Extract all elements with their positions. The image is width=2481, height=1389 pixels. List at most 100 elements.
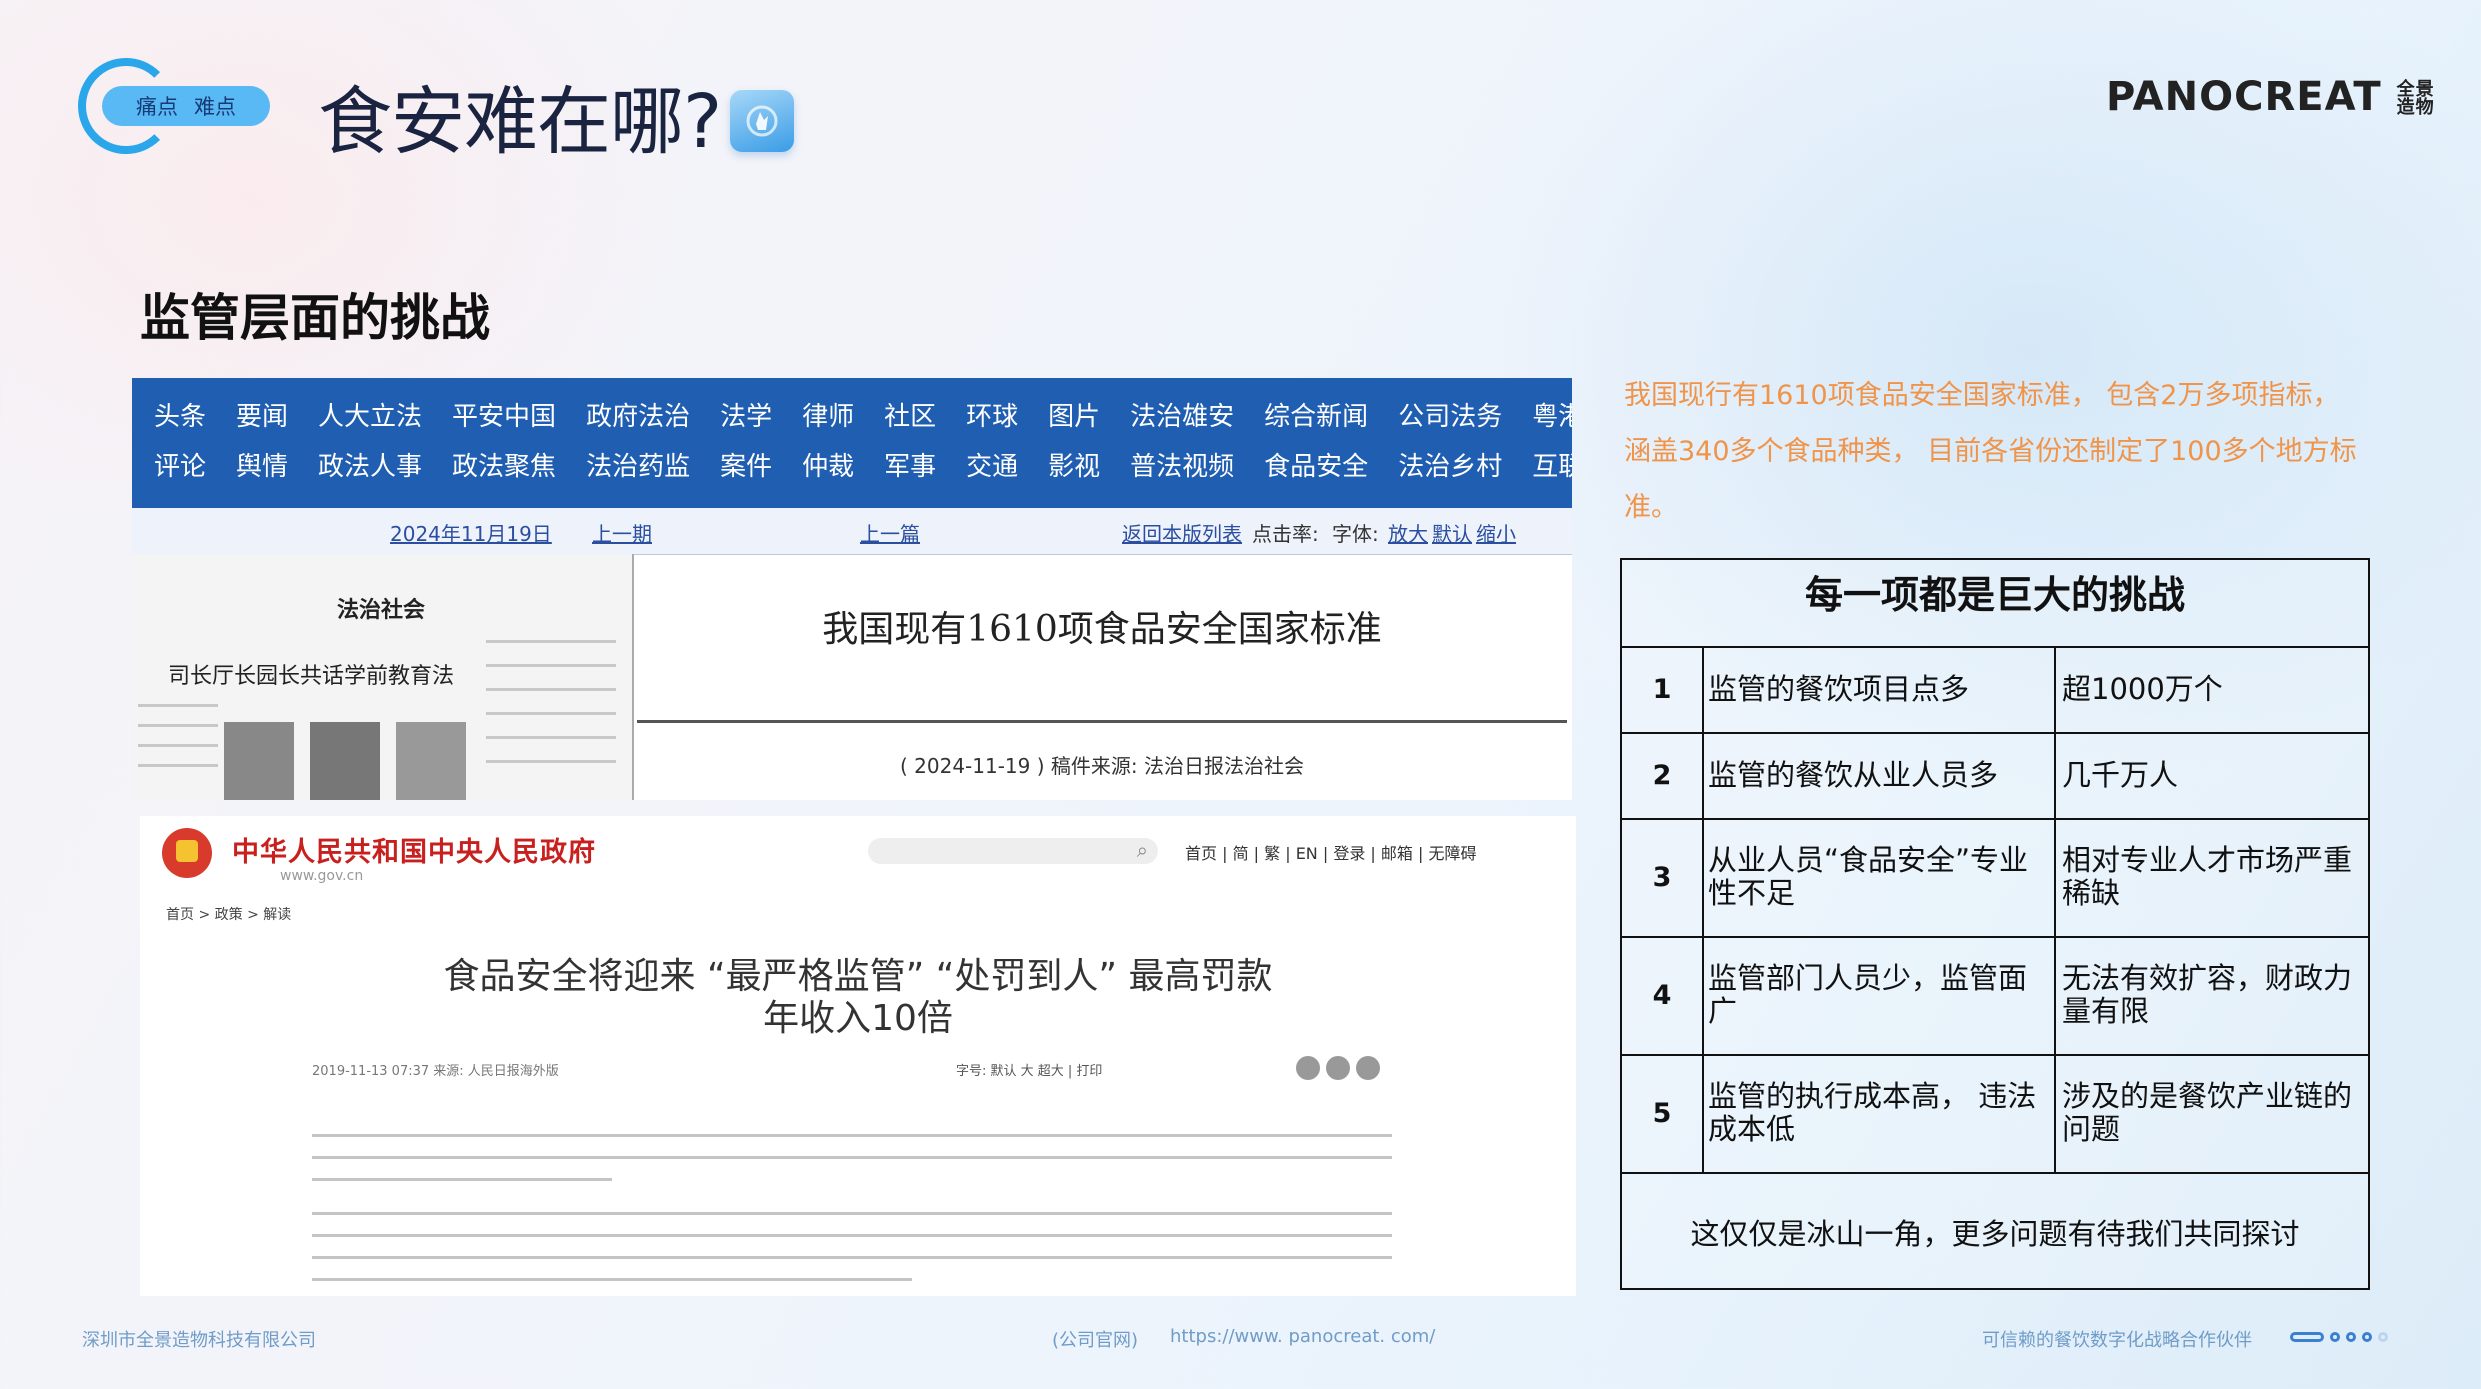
return-link: 返回本版列表 (1122, 522, 1242, 546)
challenge-table: 每一项都是巨大的挑战 1 监管的餐饮项目点多 超1000万个 2 监管的餐饮从业… (1620, 558, 2370, 1290)
badge-label-right: 难点 (194, 95, 236, 119)
text-block (138, 764, 218, 767)
row-item: 监管的执行成本高， 违法成本低 (1704, 1054, 2056, 1172)
nav-item: 图片 (1048, 402, 1101, 432)
table-footer: 这仅仅是冰山一角，更多问题有待我们共同探讨 (1690, 1217, 2300, 1251)
logo-cn: 全景造物 (2396, 79, 2435, 118)
indicator-dot (2378, 1332, 2388, 1342)
nav-item: 互联网法治 (1532, 452, 1572, 482)
issue-date: 2024年11月19日 (390, 522, 552, 546)
indicator-dot (2346, 1332, 2356, 1342)
site-navbar: 头条 要闻 人大立法 平安中国 政府法治 法学 律师 社区 环球 图片 法治雄安… (132, 378, 1572, 508)
page-title: 食安难在哪? (318, 79, 722, 165)
nav-item: 舆情 (236, 452, 289, 482)
row-detail: 超1000万个 (2062, 671, 2223, 706)
nav-item: 法治乡村 (1398, 452, 1503, 482)
nav-item: 政法人事 (318, 452, 423, 482)
share-icon (1296, 1056, 1320, 1080)
nav-item: 仲裁 (802, 452, 855, 482)
nav-item: 律师 (802, 402, 855, 432)
nav-item: 公司法务 (1398, 402, 1503, 432)
portrait-photo (396, 722, 466, 800)
row-number: 1 (1622, 646, 1704, 732)
nav-item: 法治雄安 (1130, 402, 1235, 432)
footer-company: 深圳市全景造物科技有限公司 (82, 1330, 316, 1351)
gov-top-links: 首页 | 简 | 繁 | EN | 登录 | 邮箱 | 无障碍 (1185, 844, 1477, 863)
clicks-label: 点击率: (1252, 522, 1319, 546)
national-emblem-icon (162, 828, 212, 878)
row-detail: 相对专业人才市场严重稀缺 (2062, 843, 2353, 910)
nav-item: 军事 (884, 452, 937, 482)
text-line (312, 1278, 912, 1281)
portrait-photo (224, 722, 294, 800)
table-row: 1 监管的餐饮项目点多 超1000万个 (1622, 646, 2368, 734)
intro-text: 我国现行有1610项食品安全国家标准， 包含2万多项指标，涵盖340多个食品种类… (1624, 380, 2357, 523)
hand-icon (730, 90, 794, 152)
text-block (486, 640, 616, 643)
text-block (486, 712, 616, 715)
article-title: 我国现有1610项食品安全国家标准 (822, 609, 1382, 650)
gov-site-name: 中华人民共和国中央人民政府 (232, 837, 596, 868)
font-label: 字体: (1332, 522, 1379, 546)
brand-logo: PANOCREAT 全景造物 (2106, 74, 2437, 120)
footer-website-link[interactable]: https://www. panocreat. com/ (1170, 1326, 1435, 1347)
text-block (486, 760, 616, 763)
newspaper-page-thumbnail: 法治社会 司长厅长园长共话学前教育法 (132, 554, 634, 800)
news-title-line-1: 食品安全将迎来 “最严格监管” “处罚到人” 最高罚款 (443, 956, 1273, 997)
text-block (486, 736, 616, 739)
nav-item: 交通 (966, 452, 1019, 482)
row-item: 监管的餐饮项目点多 (1704, 646, 2056, 732)
table-row: 4 监管部门人员少，监管面广 无法有效扩容，财政力量有限 (1622, 936, 2368, 1056)
nav-item: 社区 (884, 402, 937, 432)
indicator-active (2290, 1332, 2324, 1342)
badge-label-left: 痛点 (136, 95, 178, 119)
gov-cn-screenshot: 中华人民共和国中央人民政府 www.gov.cn ⌕ 首页 | 简 | 繁 | … (140, 816, 1576, 1296)
gov-search-box: ⌕ (868, 838, 1158, 864)
nav-item: 法学 (720, 402, 773, 432)
nav-item: 粤港澳大湾区 (1532, 402, 1572, 432)
footer-website-label: (公司官网) (1052, 1330, 1139, 1351)
font-big: 放大 (1388, 522, 1428, 546)
row-item: 监管的餐饮从业人员多 (1704, 732, 2056, 818)
share-icon (1326, 1056, 1350, 1080)
font-default: 默认 (1432, 522, 1472, 546)
divider (637, 720, 1567, 723)
news-meta: 2019-11-13 07:37 来源: 人民日报海外版 (312, 1064, 559, 1079)
row-detail: 涉及的是餐饮产业链的问题 (2062, 1079, 2353, 1146)
logo-text: PANOCREAT (2106, 74, 2382, 120)
badge-pill: 痛点 难点 (102, 86, 270, 126)
nav-item: 普法视频 (1130, 452, 1235, 482)
nav-item: 政府法治 (586, 402, 691, 432)
nav-item: 要闻 (236, 402, 289, 432)
portrait-photo (310, 722, 380, 800)
share-icon (1356, 1056, 1380, 1080)
text-line (312, 1234, 1392, 1237)
legal-daily-screenshot: 头条 要闻 人大立法 平安中国 政府法治 法学 律师 社区 环球 图片 法治雄安… (132, 378, 1572, 800)
text-line (312, 1212, 1392, 1215)
search-icon: ⌕ (1136, 838, 1148, 862)
row-detail: 几千万人 (2062, 757, 2179, 792)
nav-item: 环球 (966, 402, 1019, 432)
news-title-line-2: 年收入10倍 (763, 998, 953, 1039)
text-line (312, 1156, 1392, 1159)
row-number: 3 (1622, 818, 1704, 936)
section-title: 监管层面的挑战 (140, 289, 490, 347)
nav-item: 案件 (720, 452, 773, 482)
nav-item: 评论 (154, 452, 207, 482)
table-title: 每一项都是巨大的挑战 (1622, 560, 2368, 648)
date-bar: 2024年11月19日 上一期 上一篇 返回本版列表 点击率: 字体: 放大 默… (132, 508, 1572, 555)
row-number: 5 (1622, 1054, 1704, 1172)
paper-section: 法治社会 (337, 597, 426, 623)
row-number: 4 (1622, 936, 1704, 1054)
nav-item: 头条 (154, 402, 207, 432)
row-detail: 无法有效扩容，财政力量有限 (2062, 961, 2353, 1028)
text-block (138, 744, 218, 747)
text-block (486, 688, 616, 691)
nav-item: 法治药监 (586, 452, 691, 482)
nav-row-2: 评论 舆情 政法人事 政法聚焦 法治药监 案件 仲裁 军事 交通 影视 普法视频… (154, 446, 1572, 483)
text-block (486, 664, 616, 667)
paper-headline: 司长厅长园长共话学前教育法 (168, 664, 455, 689)
nav-item: 人大立法 (318, 402, 423, 432)
text-line (312, 1178, 612, 1181)
text-line (312, 1134, 1392, 1137)
